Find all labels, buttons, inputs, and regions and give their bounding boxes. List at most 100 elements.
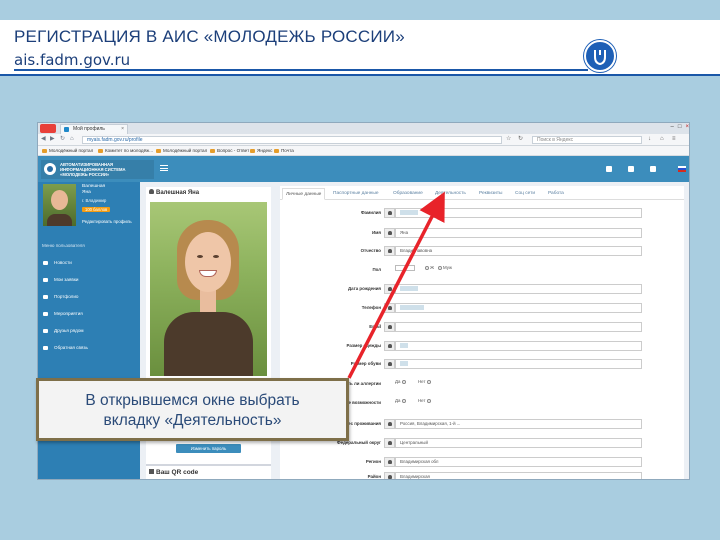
tab-requisites[interactable]: Реквизиты [476,188,506,200]
gender-select[interactable] [395,265,415,271]
sidebar-item-applications[interactable]: Мои заявки [38,273,140,287]
address-text: myais.fadm.gov.ru/profile [87,137,143,143]
sidebar-item-portfolio[interactable]: Портфолио [38,290,140,304]
sidebar-item-feedback[interactable]: Обратная связь [38,341,140,355]
bookmark-item[interactable]: Яндекс [250,148,272,154]
bookmark-item[interactable]: Почта [274,148,294,154]
tab-personal[interactable]: Личные данные [282,188,326,200]
address-field[interactable]: Россия, Владимирская, 1-й ... [395,419,642,429]
phone-field[interactable] [395,303,642,313]
shoe-size-field[interactable] [395,359,642,369]
avatar[interactable] [43,184,76,226]
portfolio-icon [43,295,48,299]
header-rule [14,69,588,71]
forward-icon[interactable]: ▶ [50,136,57,143]
slide-title: РЕГИСТРАЦИЯ В АИС «МОЛОДЕЖЬ РОССИИ» [14,27,405,46]
sidebar-item-events[interactable]: Мероприятия [38,307,140,321]
sidebar-item-label: Портфолио [54,294,79,299]
blurred-value [400,361,408,367]
tab-activity[interactable]: Деятельность [432,188,469,200]
sidebar-item-news[interactable]: Новости [38,256,140,270]
radio-icon [401,398,406,403]
allergy-radio-yes[interactable]: Да [395,379,407,384]
reload-icon[interactable]: ↻ [60,136,67,143]
bookmark-item[interactable]: Вопрос - Ответ [210,148,249,154]
maximize-icon[interactable]: □ [678,124,682,130]
bookmark-item[interactable]: Молодёжный портал [156,148,207,154]
user-icon [149,189,154,194]
bookmark-item[interactable]: Молодёжный портал [42,148,93,154]
notifications-icon[interactable] [628,166,634,172]
tab-social[interactable]: Соц сети [512,188,538,200]
edit-profile-link[interactable]: Редактировать профиль [82,219,132,224]
browser-tab[interactable]: Мой профиль × [60,124,128,134]
download-icon[interactable]: ↓ [648,136,655,143]
refresh-icon[interactable]: ↻ [518,136,525,143]
email-field[interactable] [395,322,642,332]
search-input[interactable]: Поиск в Яндекс [532,136,642,144]
close-tab-icon[interactable]: × [121,125,124,134]
blurred-value [400,305,424,311]
sidebar-item-label: Друзья рядом [54,328,84,333]
form-tabs: Личные данные Паспортные данные Образова… [280,186,684,200]
favicon-icon [64,127,69,132]
menu-icon[interactable]: ≡ [672,136,679,143]
calendar-icon [384,284,395,294]
tab-work[interactable]: Работа [545,188,567,200]
federal-district-field[interactable]: Центральный [395,438,642,448]
sidebar-item-friends[interactable]: Друзья рядом [38,324,140,338]
patronymic-field[interactable]: Владиславовна [395,246,642,256]
user-first-name: Валешная [82,184,106,189]
radio-icon [426,398,431,403]
gender-radio-female[interactable]: Ж [425,265,434,270]
gender-radio-male[interactable]: Муж [438,265,452,270]
disability-radio-yes[interactable]: Да [395,398,407,403]
shield-logo-icon [584,40,616,72]
radio-label: Да [395,398,401,403]
gender-select-box[interactable] [395,265,415,271]
tab-education[interactable]: Образование [390,188,426,200]
district-field[interactable]: Владимирская [395,472,642,479]
first-name-field[interactable]: Яна [395,228,642,238]
hamburger-menu-icon[interactable] [160,165,168,171]
site-logo[interactable]: АВТОМАТИЗИРОВАННАЯ ИНФОРМАЦИОННАЯ СИСТЕМ… [41,160,154,179]
birth-date-field[interactable] [395,284,642,294]
bookmarks-bar: Молодёжный портал Комитет по молодёж... … [38,146,689,156]
browser-menu-button[interactable] [40,124,56,133]
field-label: Телефон [361,305,381,310]
address-bar[interactable]: myais.fadm.gov.ru/profile [82,136,502,144]
last-name-field[interactable] [395,208,642,218]
field-label: Размер одежды [346,343,381,348]
sidebar-item-label: Новости [54,260,72,265]
site-logo-text: АВТОМАТИЗИРОВАННАЯ ИНФОРМАЦИОННАЯ СИСТЕМ… [60,162,126,177]
sidebar-item-label: Мои заявки [54,277,79,282]
disability-radio-no[interactable]: Нет [418,398,432,403]
region-field[interactable]: Владимирская обл [395,457,642,467]
star-icon[interactable]: ☆ [506,136,513,143]
menu-title: Меню пользователя [42,243,85,248]
clothes-size-field[interactable] [395,341,642,351]
radio-icon [438,265,442,270]
location-icon [43,329,48,333]
callout-line-1: В открывшемся окне выбрать [85,392,300,409]
field-label: Email [369,324,381,329]
field-label: Имя [372,230,381,235]
user-icon[interactable] [650,166,656,172]
minimize-icon[interactable]: – [671,124,674,130]
tab-passport[interactable]: Паспортные данные [330,188,382,200]
home-icon[interactable]: ⌂ [70,136,77,143]
events-icon [43,312,48,316]
change-password-button[interactable]: Изменить пароль [176,444,241,453]
window-controls: – □ × [671,124,689,130]
radio-label: Ж [430,265,435,270]
bookmark-item[interactable]: Комитет по молодёж... [98,148,153,154]
back-icon[interactable]: ◀ [41,136,48,143]
allergy-radio-no[interactable]: Нет [418,379,432,384]
language-flag-icon[interactable] [678,166,686,172]
messages-icon[interactable] [606,166,612,172]
home-icon-right[interactable]: ⌂ [660,136,667,143]
profile-name: Валешная Яна [149,189,199,196]
user-icon [384,341,395,351]
map-icon [384,438,395,448]
close-window-icon[interactable]: × [685,124,689,130]
